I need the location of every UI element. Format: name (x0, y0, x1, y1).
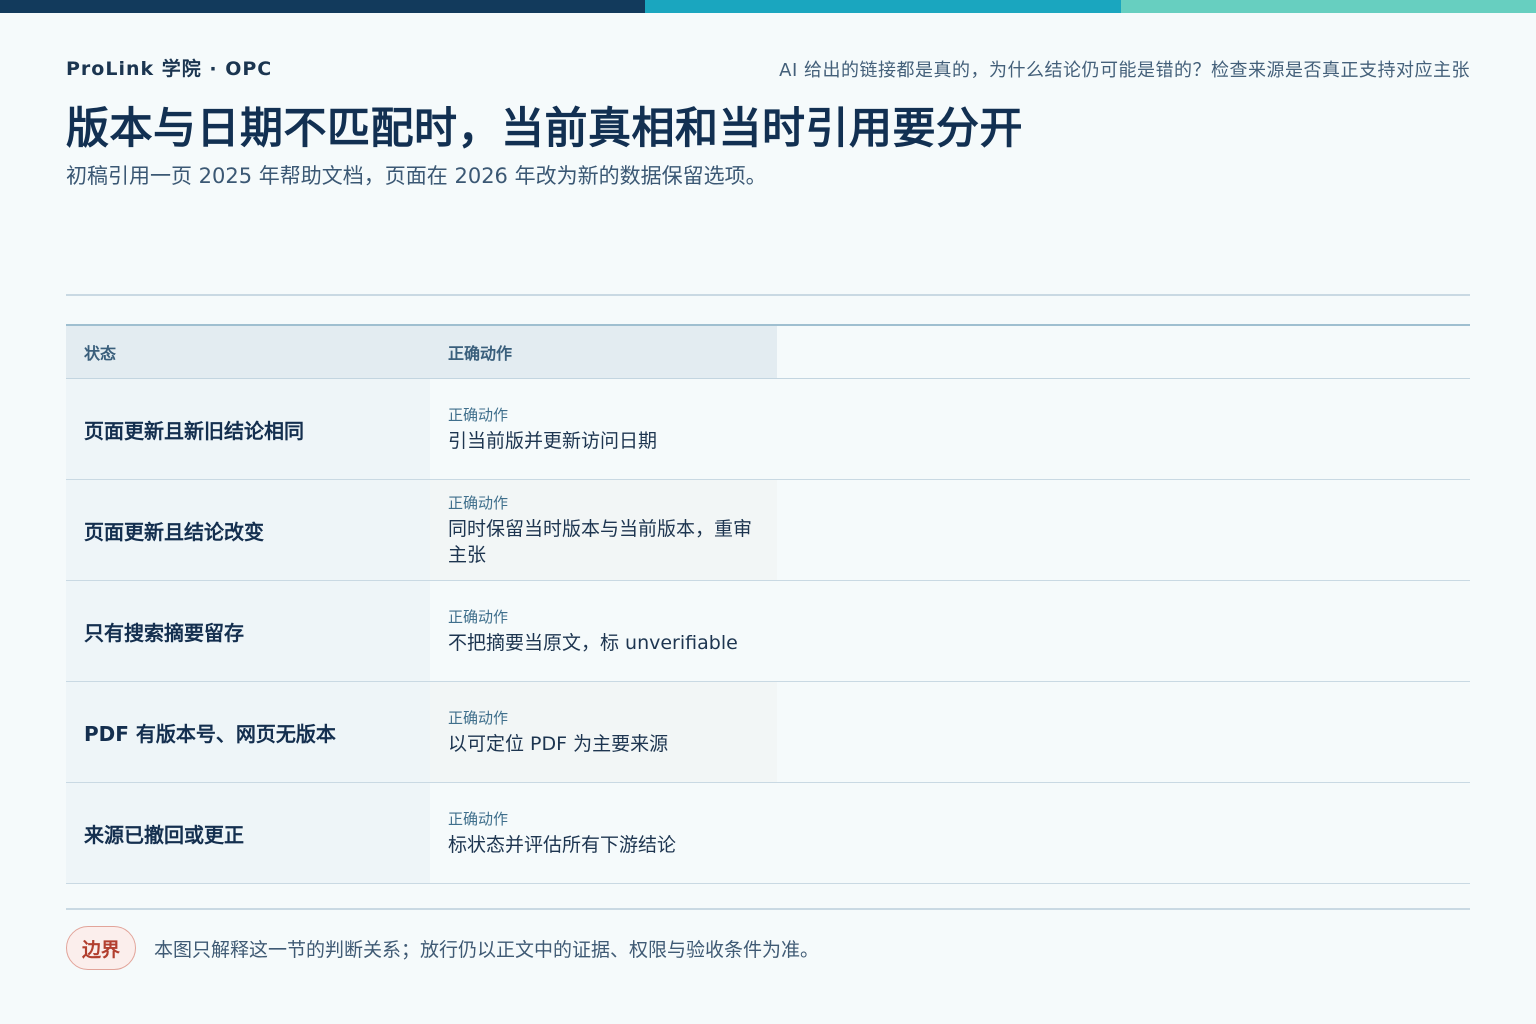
accent-segment-navy (0, 0, 645, 13)
state-cell: 页面更新且新旧结论相同 (66, 379, 430, 479)
action-label: 正确动作 (448, 608, 509, 626)
state-cell: 来源已撤回或更正 (66, 783, 430, 883)
row-spacer (777, 783, 1470, 883)
action-label: 正确动作 (448, 406, 509, 424)
boundary-note: 本图只解释这一节的判断关系；放行仍以正文中的证据、权限与验收条件为准。 (154, 939, 820, 961)
table-row: 只有搜索摘要留存 正确动作 不把摘要当原文，标 unverifiable (66, 581, 1470, 682)
page-subtitle: 初稿引用一页 2025 年帮助文档，页面在 2026 年改为新的数据保留选项。 (66, 164, 767, 188)
table-row: 来源已撤回或更正 正确动作 标状态并评估所有下游结论 (66, 783, 1470, 884)
divider (66, 294, 1470, 296)
table-header: 状态 正确动作 (66, 326, 1470, 379)
table-row: 页面更新且结论改变 正确动作 同时保留当时版本与当前版本，重审主张 (66, 480, 1470, 581)
column-header-state: 状态 (66, 326, 430, 378)
action-label: 正确动作 (448, 494, 509, 512)
action-text: 以可定位 PDF 为主要来源 (448, 733, 669, 755)
action-cell: 正确动作 同时保留当时版本与当前版本，重审主张 (430, 480, 777, 580)
table-row: PDF 有版本号、网页无版本 正确动作 以可定位 PDF 为主要来源 (66, 682, 1470, 783)
action-cell: 正确动作 引当前版并更新访问日期 (430, 379, 777, 479)
boundary-badge: 边界 (66, 926, 136, 970)
top-accent-bar (0, 0, 1536, 13)
column-header-action: 正确动作 (430, 326, 777, 378)
action-cell: 正确动作 不把摘要当原文，标 unverifiable (430, 581, 777, 681)
action-label: 正确动作 (448, 810, 509, 828)
brand-eyebrow: ProLink 学院 · OPC (66, 58, 273, 80)
row-spacer (777, 682, 1470, 782)
action-text: 标状态并评估所有下游结论 (448, 834, 677, 856)
decision-table: 状态 正确动作 页面更新且新旧结论相同 正确动作 引当前版并更新访问日期 页面更… (66, 324, 1470, 884)
header-spacer (777, 326, 1470, 378)
action-label: 正确动作 (448, 709, 509, 727)
row-spacer (777, 581, 1470, 681)
action-text: 同时保留当时版本与当前版本，重审主张 (448, 518, 753, 566)
page-title: 版本与日期不匹配时，当前真相和当时引用要分开 (66, 104, 1023, 154)
table-row: 页面更新且新旧结论相同 正确动作 引当前版并更新访问日期 (66, 379, 1470, 480)
guiding-question: AI 给出的链接都是真的，为什么结论仍可能是错的？检查来源是否真正支持对应主张 (779, 60, 1470, 81)
row-spacer (777, 480, 1470, 580)
action-text: 引当前版并更新访问日期 (448, 430, 658, 452)
action-text: 不把摘要当原文，标 unverifiable (448, 632, 738, 654)
state-cell: 只有搜索摘要留存 (66, 581, 430, 681)
accent-segment-teal (645, 0, 1121, 13)
action-cell: 正确动作 以可定位 PDF 为主要来源 (430, 682, 777, 782)
state-cell: 页面更新且结论改变 (66, 480, 430, 580)
state-cell: PDF 有版本号、网页无版本 (66, 682, 430, 782)
divider (66, 908, 1470, 910)
action-cell: 正确动作 标状态并评估所有下游结论 (430, 783, 777, 883)
accent-segment-mint (1121, 0, 1536, 13)
row-spacer (777, 379, 1470, 479)
